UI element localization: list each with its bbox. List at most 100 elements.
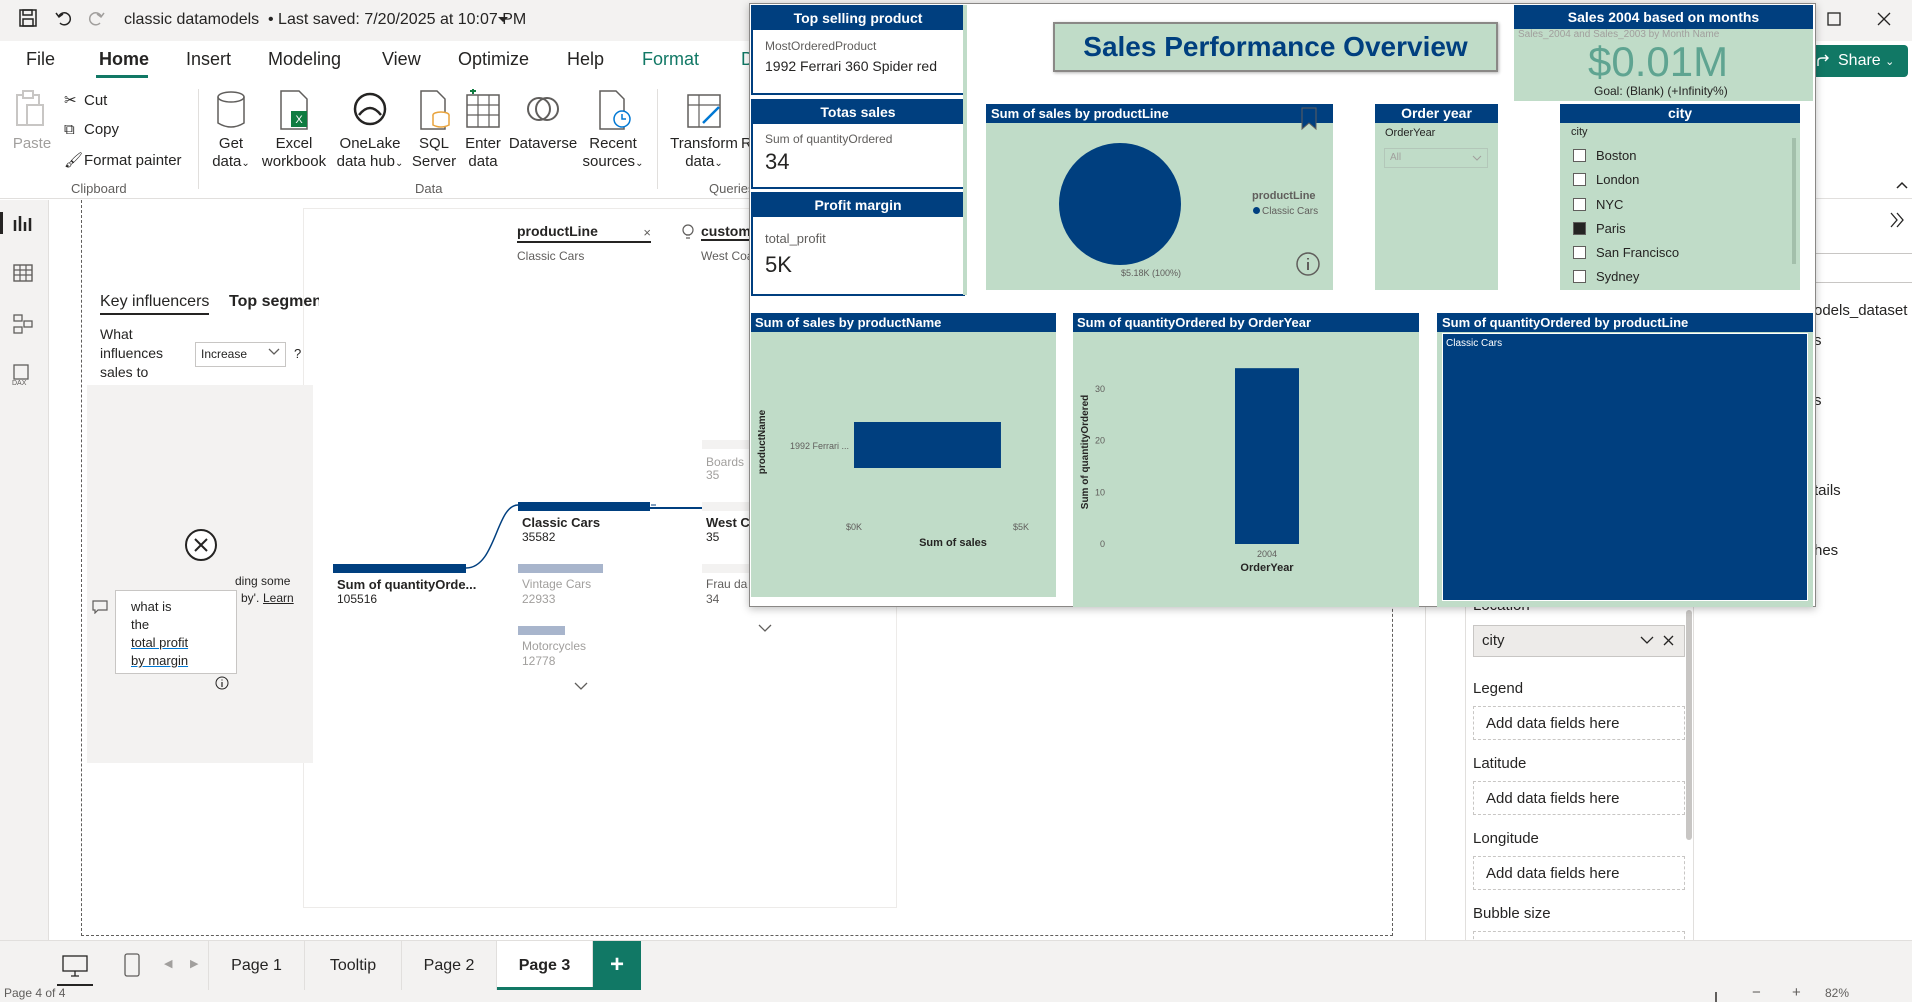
next-page-icon[interactable]: ▶ xyxy=(190,957,198,970)
help-icon[interactable]: ? xyxy=(294,346,301,361)
pie-slice[interactable] xyxy=(1059,143,1181,265)
decomp-root-bar[interactable] xyxy=(333,564,466,573)
longitude-drop-zone[interactable]: Add data fields here xyxy=(1473,856,1685,890)
order-year-dropdown[interactable]: All xyxy=(1384,148,1488,168)
tab-page-2[interactable]: Page 2 xyxy=(402,941,497,991)
legend-drop-zone[interactable]: Add data fields here xyxy=(1473,706,1685,740)
menu-help[interactable]: Help xyxy=(567,49,604,70)
comment-icon[interactable] xyxy=(92,600,108,614)
recent-sources-button[interactable]: Recent sources⌄ xyxy=(578,89,648,173)
city-item[interactable]: NYC xyxy=(1573,193,1679,217)
menu-home[interactable]: Home xyxy=(99,49,149,70)
tab-key-influencers[interactable]: Key influencers xyxy=(100,293,210,315)
maximize-icon[interactable] xyxy=(1826,11,1842,27)
city-item[interactable]: London xyxy=(1573,168,1679,192)
checkbox[interactable] xyxy=(1573,197,1586,211)
mobile-layout-icon[interactable] xyxy=(124,953,140,977)
dataverse-button[interactable]: Dataverse xyxy=(507,89,579,153)
increase-dropdown[interactable]: Increase xyxy=(195,342,286,367)
treemap-cell[interactable]: Classic Cars xyxy=(1442,333,1808,601)
copy-button[interactable]: ⧉ Copy xyxy=(64,121,119,138)
pane-partial-text[interactable]: tails xyxy=(1814,482,1841,499)
pane-partial-text[interactable]: hes xyxy=(1814,542,1838,559)
checkbox[interactable] xyxy=(1573,149,1586,162)
info-icon[interactable] xyxy=(1295,251,1321,277)
chevron-down-icon[interactable] xyxy=(497,16,509,24)
dataset-name[interactable]: odels_dataset xyxy=(1814,302,1907,319)
decomp-level2-bar[interactable] xyxy=(702,440,750,449)
chevron-right-icon[interactable] xyxy=(1890,212,1904,228)
qa-input-box[interactable]: what is the total profit by margin xyxy=(115,590,237,674)
get-data-button[interactable]: Get data⌄ xyxy=(206,89,256,173)
info-icon[interactable] xyxy=(215,676,229,690)
latitude-drop-zone[interactable]: Add data fields here xyxy=(1473,781,1685,815)
bar-chart-productname[interactable]: Sum of sales by productName 1992 Ferrari… xyxy=(751,313,1056,597)
add-page-button[interactable]: + xyxy=(593,941,641,991)
city-field-pill[interactable]: city xyxy=(1473,625,1685,657)
file-name[interactable]: classic datamodels xyxy=(124,11,259,29)
remove-field-icon[interactable] xyxy=(1663,635,1674,646)
tab-top-segments[interactable]: Top segmen xyxy=(229,293,319,311)
redo-icon[interactable] xyxy=(86,8,106,28)
transform-data-button[interactable]: Transform data⌄ xyxy=(666,89,742,173)
zoom-out-icon[interactable]: − xyxy=(1752,984,1761,1001)
bar[interactable] xyxy=(854,422,1001,468)
bookmark-icon[interactable] xyxy=(1300,107,1318,131)
zoom-level[interactable]: 82% xyxy=(1825,986,1849,1000)
search-input[interactable] xyxy=(1815,253,1912,283)
city-slicer[interactable]: city city Boston London NYC Paris San Fr… xyxy=(1560,104,1800,290)
column-chart-orderyear[interactable]: Sum of quantityOrdered by OrderYear 2004… xyxy=(1073,313,1419,607)
enter-data-button[interactable]: Enter data xyxy=(461,89,505,171)
profit-margin-card[interactable]: Profit margin total_profit 5K xyxy=(751,192,965,296)
slicer-scrollbar[interactable] xyxy=(1792,138,1796,264)
pie-chart-visual[interactable]: Sum of sales by productLine $5.18K (100%… xyxy=(986,104,1333,290)
legend-item[interactable]: Classic Cars xyxy=(1253,206,1318,217)
chevron-down-icon[interactable] xyxy=(574,682,588,691)
close-icon[interactable] xyxy=(1876,11,1892,27)
treemap-productline[interactable]: Sum of quantityOrdered by productLine Cl… xyxy=(1437,313,1813,607)
model-view-icon[interactable] xyxy=(13,314,33,334)
checkbox[interactable] xyxy=(1573,246,1586,260)
city-item[interactable]: Boston xyxy=(1573,144,1679,168)
prev-page-icon[interactable]: ◀ xyxy=(164,957,172,970)
tab-page-3[interactable]: Page 3 xyxy=(497,941,593,991)
decomp-field-productline[interactable]: productLine × xyxy=(517,223,651,243)
menu-modeling[interactable]: Modeling xyxy=(268,49,341,70)
learn-link[interactable]: Learn xyxy=(263,591,294,605)
pane-scrollbar[interactable] xyxy=(1686,610,1692,840)
collapse-ribbon-icon[interactable] xyxy=(1896,181,1908,189)
menu-file[interactable]: File xyxy=(26,49,55,70)
chevron-down-icon[interactable] xyxy=(758,624,772,633)
close-icon[interactable]: × xyxy=(643,225,651,240)
tab-tooltip[interactable]: Tooltip xyxy=(305,941,402,991)
decomp-level2-bar[interactable] xyxy=(702,564,750,573)
decomp-level1-bar[interactable] xyxy=(518,502,650,511)
zoom-in-icon[interactable]: + xyxy=(1792,984,1801,1001)
decomp-level1-bar[interactable] xyxy=(518,626,565,635)
decomp-field-customer[interactable]: custom xyxy=(701,223,751,241)
order-year-slicer[interactable]: Order year OrderYear All xyxy=(1375,104,1498,290)
close-circle-icon[interactable] xyxy=(183,527,219,563)
kpi-visual[interactable]: Sales 2004 based on months Sales_2004 an… xyxy=(1514,5,1813,101)
onelake-button[interactable]: OneLake data hub⌄ xyxy=(334,89,406,173)
total-sales-card[interactable]: Totas sales Sum of quantityOrdered 34 xyxy=(751,99,965,189)
city-item[interactable]: Sydney xyxy=(1573,265,1679,289)
undo-icon[interactable] xyxy=(54,8,74,28)
dax-query-view-icon[interactable]: DAX xyxy=(11,364,35,386)
menu-optimize[interactable]: Optimize xyxy=(458,49,529,70)
menu-view[interactable]: View xyxy=(382,49,421,70)
paste-button[interactable]: Paste xyxy=(12,89,52,153)
decomp-level2-bar[interactable] xyxy=(702,502,750,511)
table-view-icon[interactable] xyxy=(13,264,33,282)
tab-page-1[interactable]: Page 1 xyxy=(208,941,305,991)
city-item[interactable]: San Francisco xyxy=(1573,241,1679,265)
cut-button[interactable]: ✂ Cut xyxy=(64,91,107,109)
checkbox[interactable] xyxy=(1573,270,1586,284)
sql-server-button[interactable]: SQL Server xyxy=(411,89,457,171)
excel-workbook-button[interactable]: X Excel workbook xyxy=(260,89,328,171)
report-view-icon[interactable] xyxy=(13,214,33,232)
desktop-layout-icon[interactable] xyxy=(62,955,88,977)
chevron-down-icon[interactable] xyxy=(1640,636,1654,645)
save-icon[interactable] xyxy=(18,8,38,28)
top-selling-card[interactable]: Top selling product MostOrderedProduct 1… xyxy=(751,5,965,95)
